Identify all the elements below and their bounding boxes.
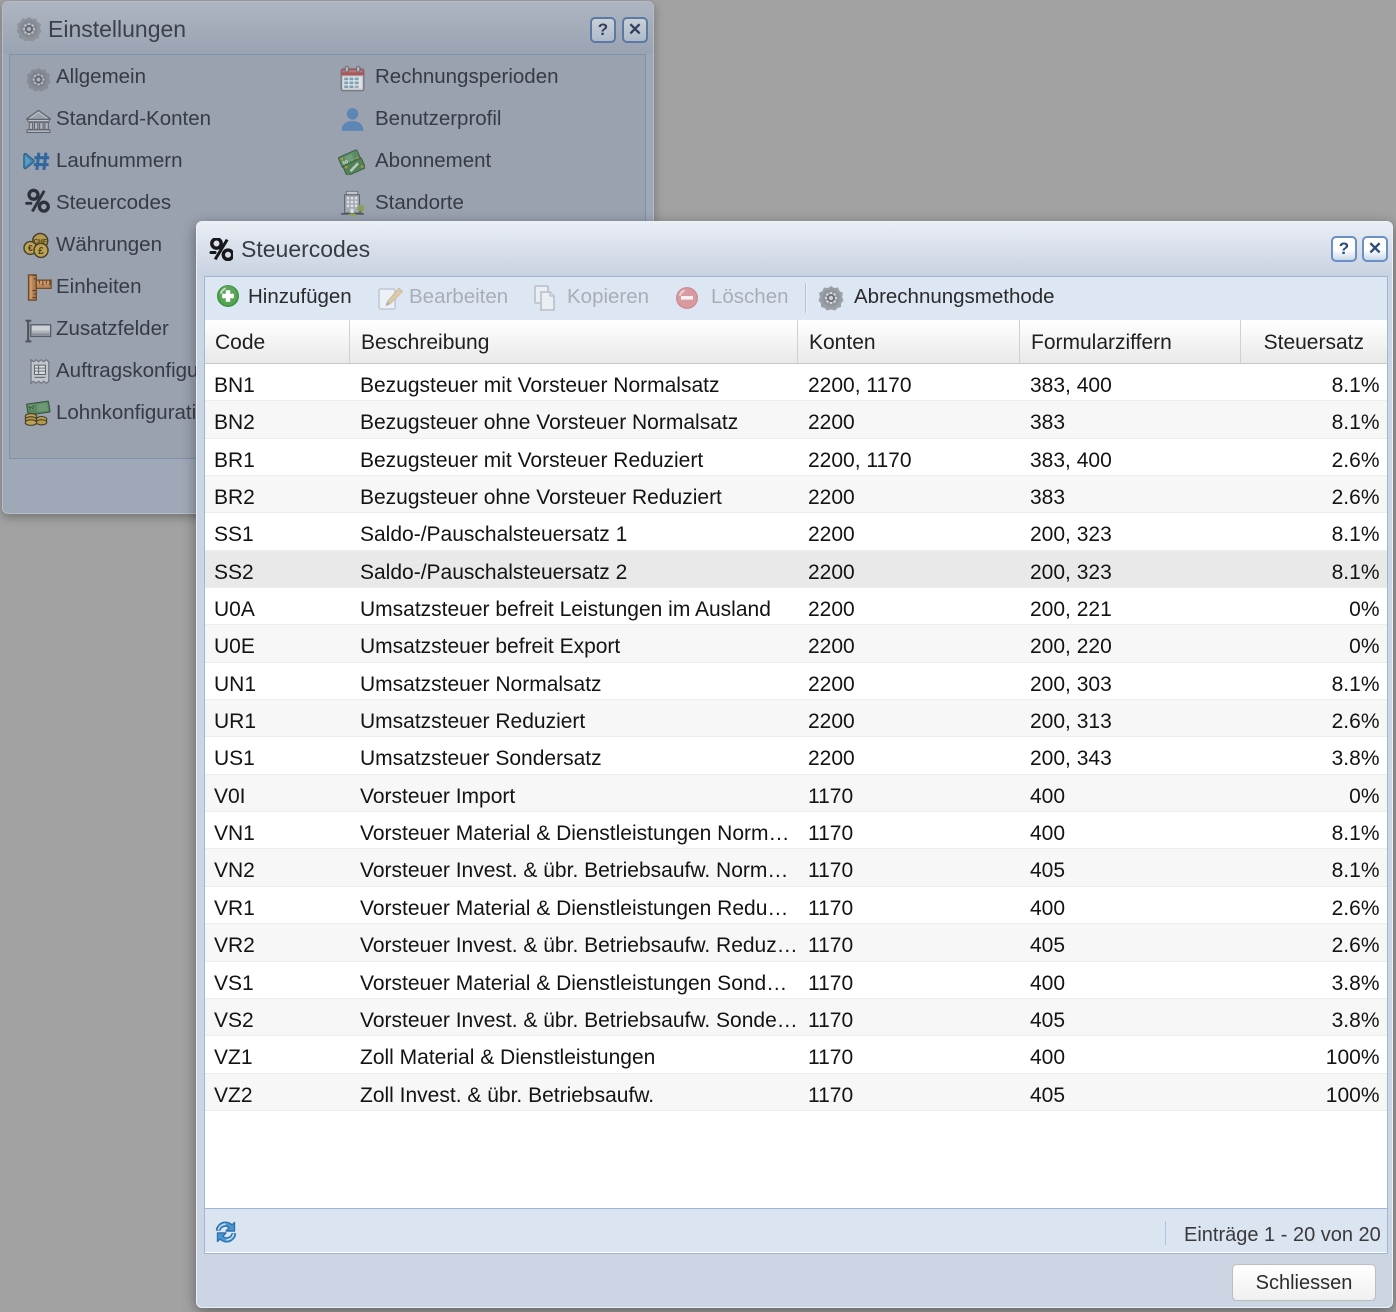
svg-text:€: €: [28, 243, 33, 253]
svg-text:50: 50: [28, 405, 35, 412]
svg-text:£: £: [38, 246, 44, 257]
